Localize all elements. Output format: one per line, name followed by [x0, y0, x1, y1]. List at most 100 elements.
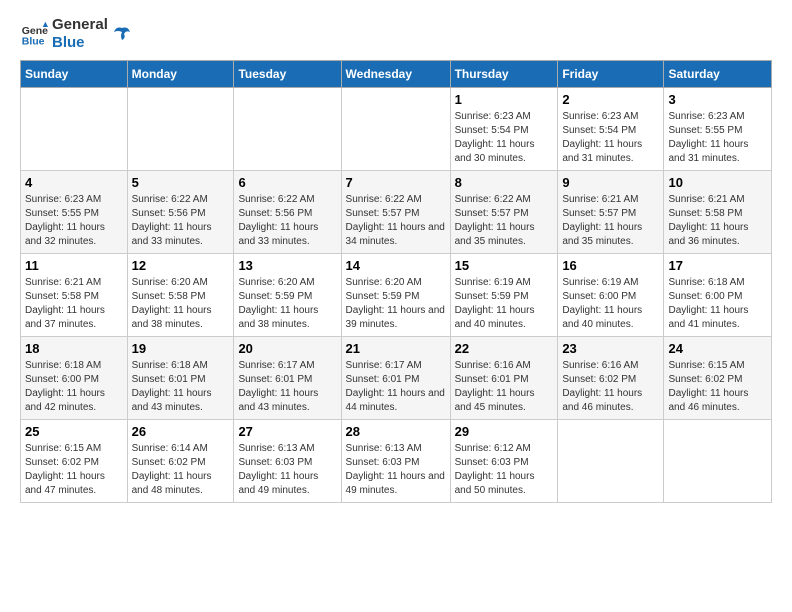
day-number: 22 [455, 341, 554, 356]
col-header-sunday: Sunday [21, 61, 128, 88]
day-number: 17 [668, 258, 767, 273]
logo: General Blue General Blue [20, 16, 132, 52]
day-number: 23 [562, 341, 659, 356]
week-row-2: 4 Sunrise: 6:23 AM Sunset: 5:55 PM Daylig… [21, 171, 772, 254]
day-info: Sunrise: 6:17 AM Sunset: 6:01 PM Dayligh… [238, 359, 336, 415]
calendar-cell: 25Sunrise: 6:15 AM Sunset: 6:02 PM Dayli… [21, 420, 128, 503]
day-number: 13 [238, 258, 336, 273]
col-header-wednesday: Wednesday [341, 61, 450, 88]
day-info: Sunrise: 6:22 AM Sunset: 5:56 PM Dayligh… [238, 193, 336, 249]
calendar-cell: 8 Sunrise: 6:22 AM Sunset: 5:57 PM Daylig… [450, 171, 558, 254]
day-number: 1 [455, 92, 554, 107]
col-header-monday: Monday [127, 61, 234, 88]
day-info: Sunrise: 6:19 AM Sunset: 6:00 PM Dayligh… [562, 276, 659, 332]
week-row-4: 18 Sunrise: 6:18 AM Sunset: 6:00 PM Dayli… [21, 337, 772, 420]
day-number: 20 [238, 341, 336, 356]
day-info: Sunrise: 6:14 AM Sunset: 6:02 PM Dayligh… [132, 442, 230, 498]
logo-blue: Blue [52, 34, 108, 52]
day-info: Sunrise: 6:18 AM Sunset: 6:00 PM Dayligh… [668, 276, 767, 332]
day-info: Sunrise: 6:23 AM Sunset: 5:55 PM Dayligh… [25, 193, 123, 249]
day-number: 14 [346, 258, 446, 273]
day-number: 4 [25, 175, 123, 190]
col-header-saturday: Saturday [664, 61, 772, 88]
day-number: 18 [25, 341, 123, 356]
day-number: 7 [346, 175, 446, 190]
calendar-cell [127, 88, 234, 171]
col-header-tuesday: Tuesday [234, 61, 341, 88]
day-number: 27 [238, 424, 336, 439]
day-number: 29 [455, 424, 554, 439]
day-info: Sunrise: 6:23 AM Sunset: 5:54 PM Dayligh… [455, 110, 554, 166]
calendar-cell: 20 Sunrise: 6:17 AM Sunset: 6:01 PM Dayli… [234, 337, 341, 420]
calendar-cell [664, 420, 772, 503]
calendar-cell: 17 Sunrise: 6:18 AM Sunset: 6:00 PM Dayli… [664, 254, 772, 337]
day-number: 6 [238, 175, 336, 190]
calendar-cell [558, 420, 664, 503]
calendar-cell: 21 Sunrise: 6:17 AM Sunset: 6:01 PM Dayli… [341, 337, 450, 420]
day-info: Sunrise: 6:12 AM Sunset: 6:03 PM Dayligh… [455, 442, 554, 498]
day-info: Sunrise: 6:18 AM Sunset: 6:00 PM Dayligh… [25, 359, 123, 415]
day-number: 19 [132, 341, 230, 356]
day-info: Sunrise: 6:13 AM Sunset: 6:03 PM Dayligh… [346, 442, 446, 498]
calendar-cell: 7Sunrise: 6:22 AM Sunset: 5:57 PM Daylig… [341, 171, 450, 254]
logo-icon: General Blue [20, 20, 48, 48]
day-number: 12 [132, 258, 230, 273]
calendar-table: SundayMondayTuesdayWednesdayThursdayFrid… [20, 60, 772, 503]
day-info: Sunrise: 6:23 AM Sunset: 5:55 PM Dayligh… [668, 110, 767, 166]
calendar-cell: 2 Sunrise: 6:23 AM Sunset: 5:54 PM Daylig… [558, 88, 664, 171]
day-number: 24 [668, 341, 767, 356]
calendar-cell: 28 Sunrise: 6:13 AM Sunset: 6:03 PM Dayli… [341, 420, 450, 503]
day-info: Sunrise: 6:22 AM Sunset: 5:56 PM Dayligh… [132, 193, 230, 249]
calendar-cell: 6 Sunrise: 6:22 AM Sunset: 5:56 PM Daylig… [234, 171, 341, 254]
calendar-cell: 18 Sunrise: 6:18 AM Sunset: 6:00 PM Dayli… [21, 337, 128, 420]
day-number: 5 [132, 175, 230, 190]
col-header-friday: Friday [558, 61, 664, 88]
col-header-thursday: Thursday [450, 61, 558, 88]
calendar-cell: 14Sunrise: 6:20 AM Sunset: 5:59 PM Dayli… [341, 254, 450, 337]
day-info: Sunrise: 6:16 AM Sunset: 6:01 PM Dayligh… [455, 359, 554, 415]
week-row-1: 1 Sunrise: 6:23 AM Sunset: 5:54 PM Daylig… [21, 88, 772, 171]
calendar-cell: 3 Sunrise: 6:23 AM Sunset: 5:55 PM Daylig… [664, 88, 772, 171]
calendar-cell: 10 Sunrise: 6:21 AM Sunset: 5:58 PM Dayli… [664, 171, 772, 254]
day-info: Sunrise: 6:18 AM Sunset: 6:01 PM Dayligh… [132, 359, 230, 415]
calendar-cell: 12Sunrise: 6:20 AM Sunset: 5:58 PM Dayli… [127, 254, 234, 337]
calendar-cell: 27 Sunrise: 6:13 AM Sunset: 6:03 PM Dayli… [234, 420, 341, 503]
day-number: 3 [668, 92, 767, 107]
calendar-cell: 9Sunrise: 6:21 AM Sunset: 5:57 PM Daylig… [558, 171, 664, 254]
calendar-cell: 13 Sunrise: 6:20 AM Sunset: 5:59 PM Dayli… [234, 254, 341, 337]
day-info: Sunrise: 6:13 AM Sunset: 6:03 PM Dayligh… [238, 442, 336, 498]
calendar-cell: 15 Sunrise: 6:19 AM Sunset: 5:59 PM Dayli… [450, 254, 558, 337]
day-number: 11 [25, 258, 123, 273]
calendar-cell: 16 Sunrise: 6:19 AM Sunset: 6:00 PM Dayli… [558, 254, 664, 337]
day-info: Sunrise: 6:17 AM Sunset: 6:01 PM Dayligh… [346, 359, 446, 415]
calendar-cell [341, 88, 450, 171]
page-header: General Blue General Blue [20, 16, 772, 52]
day-info: Sunrise: 6:21 AM Sunset: 5:58 PM Dayligh… [668, 193, 767, 249]
calendar-cell: 5 Sunrise: 6:22 AM Sunset: 5:56 PM Daylig… [127, 171, 234, 254]
day-number: 8 [455, 175, 554, 190]
calendar-cell [21, 88, 128, 171]
day-number: 9 [562, 175, 659, 190]
day-info: Sunrise: 6:15 AM Sunset: 6:02 PM Dayligh… [668, 359, 767, 415]
day-number: 28 [346, 424, 446, 439]
day-number: 16 [562, 258, 659, 273]
logo-bird-icon [112, 24, 132, 44]
day-number: 2 [562, 92, 659, 107]
calendar-cell: 19 Sunrise: 6:18 AM Sunset: 6:01 PM Dayli… [127, 337, 234, 420]
calendar-cell: 23Sunrise: 6:16 AM Sunset: 6:02 PM Dayli… [558, 337, 664, 420]
day-number: 21 [346, 341, 446, 356]
calendar-cell: 1 Sunrise: 6:23 AM Sunset: 5:54 PM Daylig… [450, 88, 558, 171]
calendar-cell: 26Sunrise: 6:14 AM Sunset: 6:02 PM Dayli… [127, 420, 234, 503]
day-info: Sunrise: 6:20 AM Sunset: 5:59 PM Dayligh… [238, 276, 336, 332]
svg-text:Blue: Blue [22, 36, 45, 48]
day-info: Sunrise: 6:23 AM Sunset: 5:54 PM Dayligh… [562, 110, 659, 166]
calendar-cell: 24 Sunrise: 6:15 AM Sunset: 6:02 PM Dayli… [664, 337, 772, 420]
calendar-cell: 29 Sunrise: 6:12 AM Sunset: 6:03 PM Dayli… [450, 420, 558, 503]
week-row-5: 25Sunrise: 6:15 AM Sunset: 6:02 PM Dayli… [21, 420, 772, 503]
day-info: Sunrise: 6:22 AM Sunset: 5:57 PM Dayligh… [455, 193, 554, 249]
day-number: 15 [455, 258, 554, 273]
day-number: 10 [668, 175, 767, 190]
day-number: 25 [25, 424, 123, 439]
day-info: Sunrise: 6:19 AM Sunset: 5:59 PM Dayligh… [455, 276, 554, 332]
calendar-cell: 22 Sunrise: 6:16 AM Sunset: 6:01 PM Dayli… [450, 337, 558, 420]
